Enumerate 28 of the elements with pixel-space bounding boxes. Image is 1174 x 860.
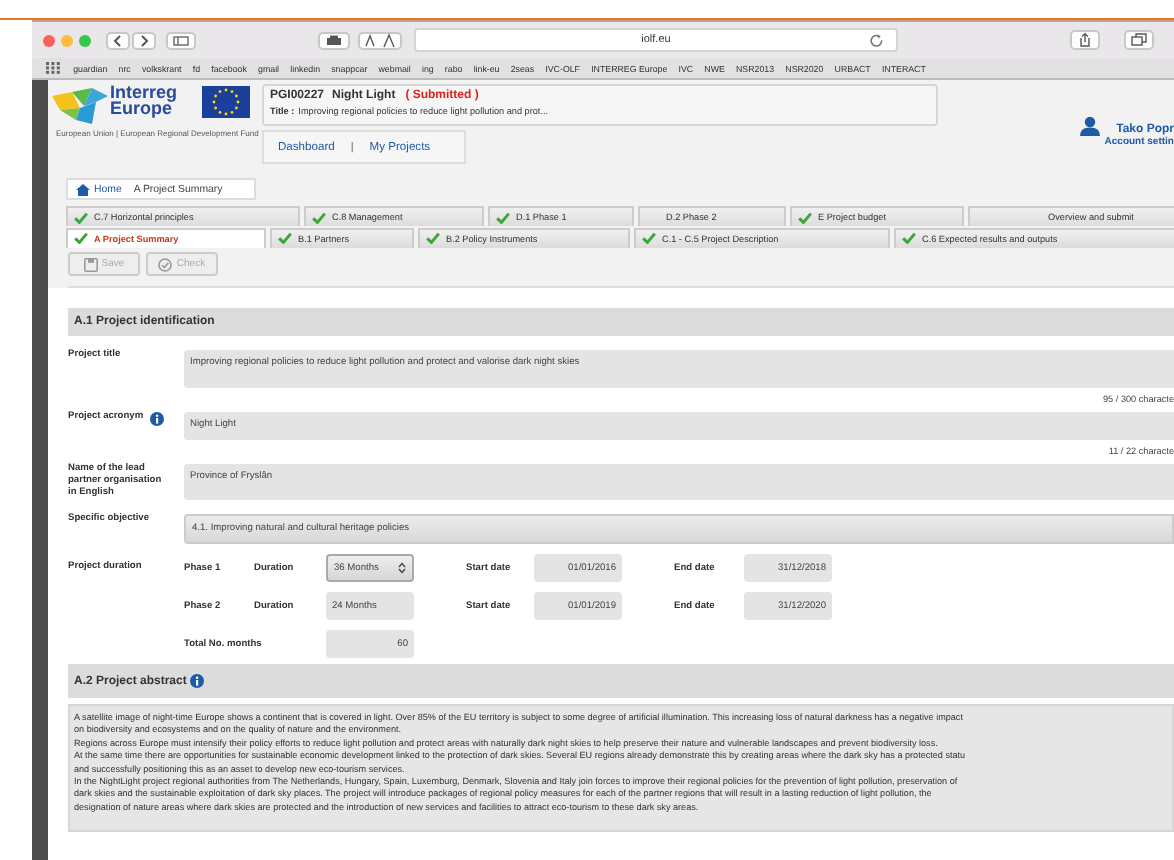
check-circle-icon — [158, 257, 173, 271]
home-icon — [76, 183, 90, 195]
check-icon — [642, 232, 656, 244]
sidebar-icon[interactable] — [166, 31, 196, 49]
info-icon[interactable] — [149, 412, 164, 426]
text-size-icon[interactable] — [358, 31, 402, 49]
check-icon — [426, 232, 440, 244]
check-icon — [902, 232, 916, 244]
floppy-icon — [83, 257, 98, 271]
info-icon[interactable] — [190, 674, 205, 688]
text-area[interactable] — [68, 704, 1174, 833]
print-icon[interactable] — [318, 31, 350, 49]
check-icon — [312, 211, 326, 223]
logo-text: Interreg — [110, 84, 180, 100]
eu-flag-icon — [202, 86, 250, 118]
user-icon[interactable] — [1080, 116, 1101, 136]
share-icon[interactable] — [1070, 30, 1100, 50]
logo-text: Europe — [110, 100, 173, 116]
check-icon — [496, 211, 510, 223]
apps-grid-icon[interactable] — [46, 62, 60, 74]
reload-icon[interactable] — [870, 33, 884, 47]
check-icon — [278, 232, 292, 244]
back-icon[interactable] — [106, 31, 130, 49]
logo-icon — [52, 84, 108, 128]
check-icon — [798, 211, 812, 223]
stepper-icon — [398, 562, 406, 574]
tabs-icon[interactable] — [1124, 30, 1154, 50]
forward-icon[interactable] — [132, 31, 156, 49]
